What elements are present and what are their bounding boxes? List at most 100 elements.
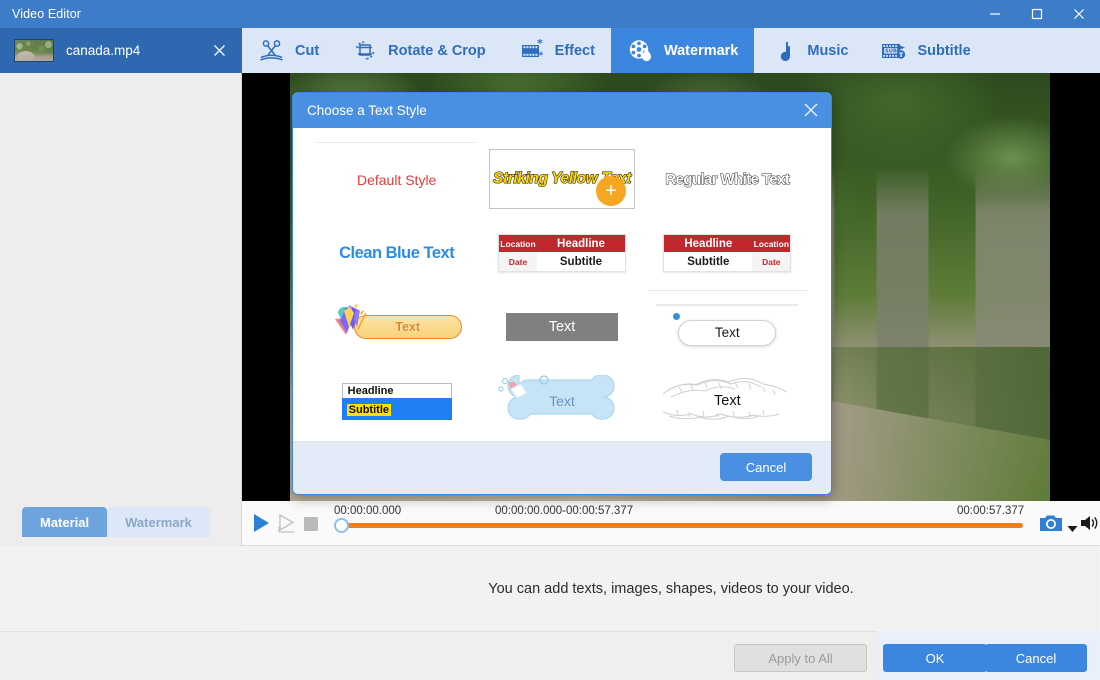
style-option-ribbon-banner-text[interactable]: Text [317,290,476,364]
style-option-default-style[interactable]: Default Style [317,142,477,216]
style-label-default: Default Style [356,171,437,188]
tab-music[interactable]: Music [754,28,864,73]
style-option-striking-yellow-text[interactable]: Striking Yellow Text + [482,142,641,216]
subtitle-icon: SUB T [880,37,908,65]
editor-toolbar: Cut Rotate & Crop * * Effect Watermark M… [242,28,1100,73]
headline-subtitle-preview: Headline Subtitle [341,382,452,420]
tab-subtitle[interactable]: SUB T Subtitle [864,28,986,73]
lt-left-location: Location [498,235,537,252]
svg-text:*: * [537,39,543,50]
style-option-lower-third-right[interactable]: Headline Location Subtitle Date [648,216,807,290]
rotate-crop-icon [351,37,379,65]
tab-effect-label: Effect [554,42,595,59]
tab-watermark-label: Watermark [663,42,739,59]
add-style-badge-icon[interactable]: + [595,176,626,206]
callout-rule [656,303,799,306]
file-close-icon[interactable] [213,28,226,73]
dialog-footer: Cancel [293,441,831,494]
dialog-title-bar: Choose a Text Style [293,93,831,128]
tab-subtitle-label: Subtitle [917,42,971,59]
maximize-button[interactable] [1016,0,1058,28]
watermark-film-drop-icon [627,37,655,65]
style-option-lower-third-left[interactable]: Location Headline Date Subtitle [482,216,641,290]
ribbon-ornament-icon [332,303,380,352]
tab-rotate-crop[interactable]: Rotate & Crop [335,28,501,73]
tab-music-label: Music [807,42,849,59]
tab-watermark[interactable]: Watermark [610,28,755,73]
file-tab[interactable]: canada.mp4 [0,28,242,73]
hint-text: You can add texts, images, shapes, video… [488,580,854,597]
hint-strip: You can add texts, images, shapes, video… [242,546,1100,631]
current-time-label: 00:00:00.000 [334,505,402,517]
tab-cut[interactable]: Cut [242,28,335,73]
lt-left-subtitle: Subtitle [536,252,625,271]
cancel-button[interactable]: Cancel [985,644,1087,672]
text-style-dialog: Choose a Text Style Default Style Striki… [292,92,832,495]
window-title-bar: Video Editor [0,0,1100,28]
style-label-regular-white: Regular White Text [665,170,791,188]
svg-text:SUB: SUB [885,48,897,54]
lt-right-headline: Headline [664,235,753,252]
scissors-icon [258,37,286,65]
lower-third-left-preview: Location Headline Date Subtitle [497,234,626,272]
lt-right-date: Date [752,252,791,271]
camera-icon[interactable] [1039,513,1063,538]
caret-down-icon[interactable] [1067,520,1078,538]
effect-film-icon: * * [518,37,546,65]
style-option-sketch-cloud-text[interactable]: Text [648,364,807,438]
play-selection-icon[interactable] [278,513,298,538]
material-panel: Material Watermark [0,73,242,546]
minimize-button[interactable] [974,0,1016,28]
file-tab-label: canada.mp4 [66,43,141,58]
dialog-close-icon[interactable] [803,102,819,123]
apply-to-all-button[interactable]: Apply to All [734,644,867,672]
lt-right-subtitle: Subtitle [664,252,753,271]
lower-third-right-preview: Headline Location Subtitle Date [663,234,792,272]
svg-text:*: * [538,51,543,61]
lt-left-headline: Headline [536,235,625,252]
callout-dot-icon [673,312,681,320]
timeline-playhead[interactable] [334,518,349,533]
dialog-cancel-button[interactable]: Cancel [720,453,812,481]
hl-headline: Headline [341,382,452,398]
tab-rotate-crop-label: Rotate & Crop [388,42,486,59]
dialog-body: Default Style Striking Yellow Text + Reg… [293,128,831,443]
transport-bar: 00:00:00.000 00:00:00.000-00:00:57.377 0… [242,501,1100,546]
panel-tab-bar: Material Watermark [22,507,210,537]
dialog-title: Choose a Text Style [307,103,427,118]
hl-subtitle: Subtitle [346,403,391,416]
style-option-regular-white-text[interactable]: Regular White Text [648,142,807,216]
window-controls [974,0,1100,28]
ok-button[interactable]: OK [883,644,987,672]
timeline-track[interactable] [338,523,1023,528]
style-option-callout-bubble-text[interactable]: Text [647,290,807,364]
lt-left-date: Date [498,252,537,271]
speaker-icon[interactable] [1080,514,1100,537]
gray-plate-preview: Text [505,313,618,341]
style-option-headline-subtitle-highlight[interactable]: Headline Subtitle [317,364,476,438]
window-title: Video Editor [12,7,82,21]
sketch-cloud-preview: Text [657,378,797,424]
app-window: Video Editor canada.mp4 Material Waterma… [0,0,1100,680]
style-option-clean-blue-text[interactable]: Clean Blue Text [317,216,476,290]
duration-label: 00:00:57.377 [957,505,1025,517]
video-thumbnail [14,39,54,62]
callout-preview: Text [656,302,799,354]
tab-cut-label: Cut [295,42,320,59]
stop-icon[interactable] [304,517,318,531]
music-note-icon [770,37,798,65]
style-grid: Default Style Striking Yellow Text + Reg… [317,142,807,438]
sketch-cloud-icon [657,378,797,428]
play-icon[interactable] [252,513,271,538]
style-label-clean-blue: Clean Blue Text [339,243,455,262]
hl-subtitle-band: Subtitle [341,397,452,420]
bone-bubble-text: Text [549,393,575,409]
panel-tab-material[interactable]: Material [22,507,108,537]
panel-tab-watermark[interactable]: Watermark [107,507,210,537]
style-option-bone-bubble-text[interactable]: Text [482,364,641,438]
callout-text: Text [678,319,777,346]
close-button[interactable] [1058,0,1100,28]
tab-effect[interactable]: * * Effect [502,28,611,73]
lt-right-location: Location [752,235,791,252]
style-option-gray-plate-text[interactable]: Text [482,290,641,364]
